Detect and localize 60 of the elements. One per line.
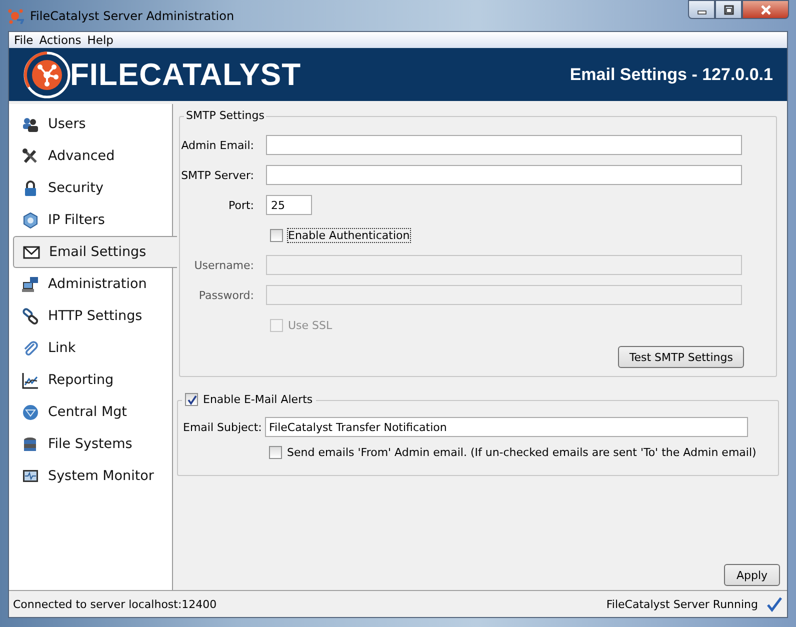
menu-item[interactable]: Actions (36, 33, 84, 47)
sidebar-item[interactable]: Email Settings (13, 236, 177, 268)
close-button[interactable] (742, 0, 789, 19)
field-label: Password: (198, 288, 255, 302)
input-field[interactable]: 25 (266, 195, 312, 215)
shield-icon (22, 212, 39, 228)
logo-icon (23, 50, 71, 98)
status-text: Connected to server localhost:12400 (13, 598, 217, 610)
sidebar-item[interactable]: Advanced (9, 140, 172, 172)
sidebar-item[interactable]: Users (9, 108, 172, 140)
checkbox[interactable] (270, 228, 283, 242)
sidebar-item[interactable]: Central Mgt (9, 396, 172, 428)
checkbox-label: Send emails 'From' Admin email. (If un-checked emails are sent 'To' the Admin email) (287, 446, 756, 459)
input-field[interactable] (266, 165, 742, 185)
apply-button[interactable]: Apply (724, 564, 780, 586)
maximize-button[interactable] (715, 0, 742, 19)
menu-item[interactable]: File (11, 33, 36, 47)
sidebar-item[interactable]: Reporting (9, 364, 172, 396)
field-label: Port: (227, 198, 255, 212)
input-field[interactable]: FileCatalyst Transfer Notification (265, 417, 748, 437)
chain-link-icon (22, 308, 39, 324)
menu-item[interactable]: Help (84, 33, 116, 47)
checkbox-label: Enable E-Mail Alerts (203, 393, 313, 406)
group-title: SMTP Settings (184, 109, 266, 122)
padlock-icon (22, 180, 39, 196)
minimize-button[interactable] (688, 0, 715, 19)
paperclip-icon (22, 340, 39, 356)
test-smtp-button[interactable]: Test SMTP Settings (618, 346, 744, 368)
database-icon (22, 436, 39, 452)
checkbox-label: Enable Authentication (288, 228, 410, 242)
close-icon (760, 4, 772, 14)
app-icon (8, 8, 24, 24)
tools-icon (22, 148, 39, 164)
sidebar-item[interactable]: Administration (9, 268, 172, 300)
users-icon (22, 116, 39, 132)
monitor-icon (22, 468, 39, 484)
field-label: Username: (193, 258, 255, 272)
sidebar-item[interactable]: IP Filters (9, 204, 172, 236)
field-label: Email Subject: (183, 420, 263, 434)
sidebar-item[interactable]: Link (9, 332, 172, 364)
checkmark-icon (186, 394, 196, 404)
logo-text: FILECATALYST (70, 56, 302, 92)
sidebar-item[interactable]: Security (9, 172, 172, 204)
sidebar-item[interactable]: System Monitor (9, 460, 172, 492)
checkmark-icon (766, 596, 783, 612)
input-field[interactable] (266, 135, 742, 155)
envelope-icon (23, 244, 40, 260)
window-title: FileCatalyst Server Administration (30, 8, 234, 22)
sidebar-item[interactable]: HTTP Settings (9, 300, 172, 332)
checkbox-label: Use SSL (288, 318, 332, 332)
checkbox[interactable] (185, 393, 198, 406)
computers-icon (22, 276, 39, 292)
line-chart-icon (22, 372, 39, 388)
maximize-icon (722, 4, 734, 14)
status-text: FileCatalyst Server Running (606, 598, 758, 610)
field-label: SMTP Server: (180, 168, 255, 182)
page-heading: Email Settings - 127.0.0.1 (570, 64, 773, 84)
checkbox[interactable] (269, 446, 282, 459)
field-label: Admin Email: (180, 138, 255, 152)
sidebar-item[interactable]: File Systems (9, 428, 172, 460)
